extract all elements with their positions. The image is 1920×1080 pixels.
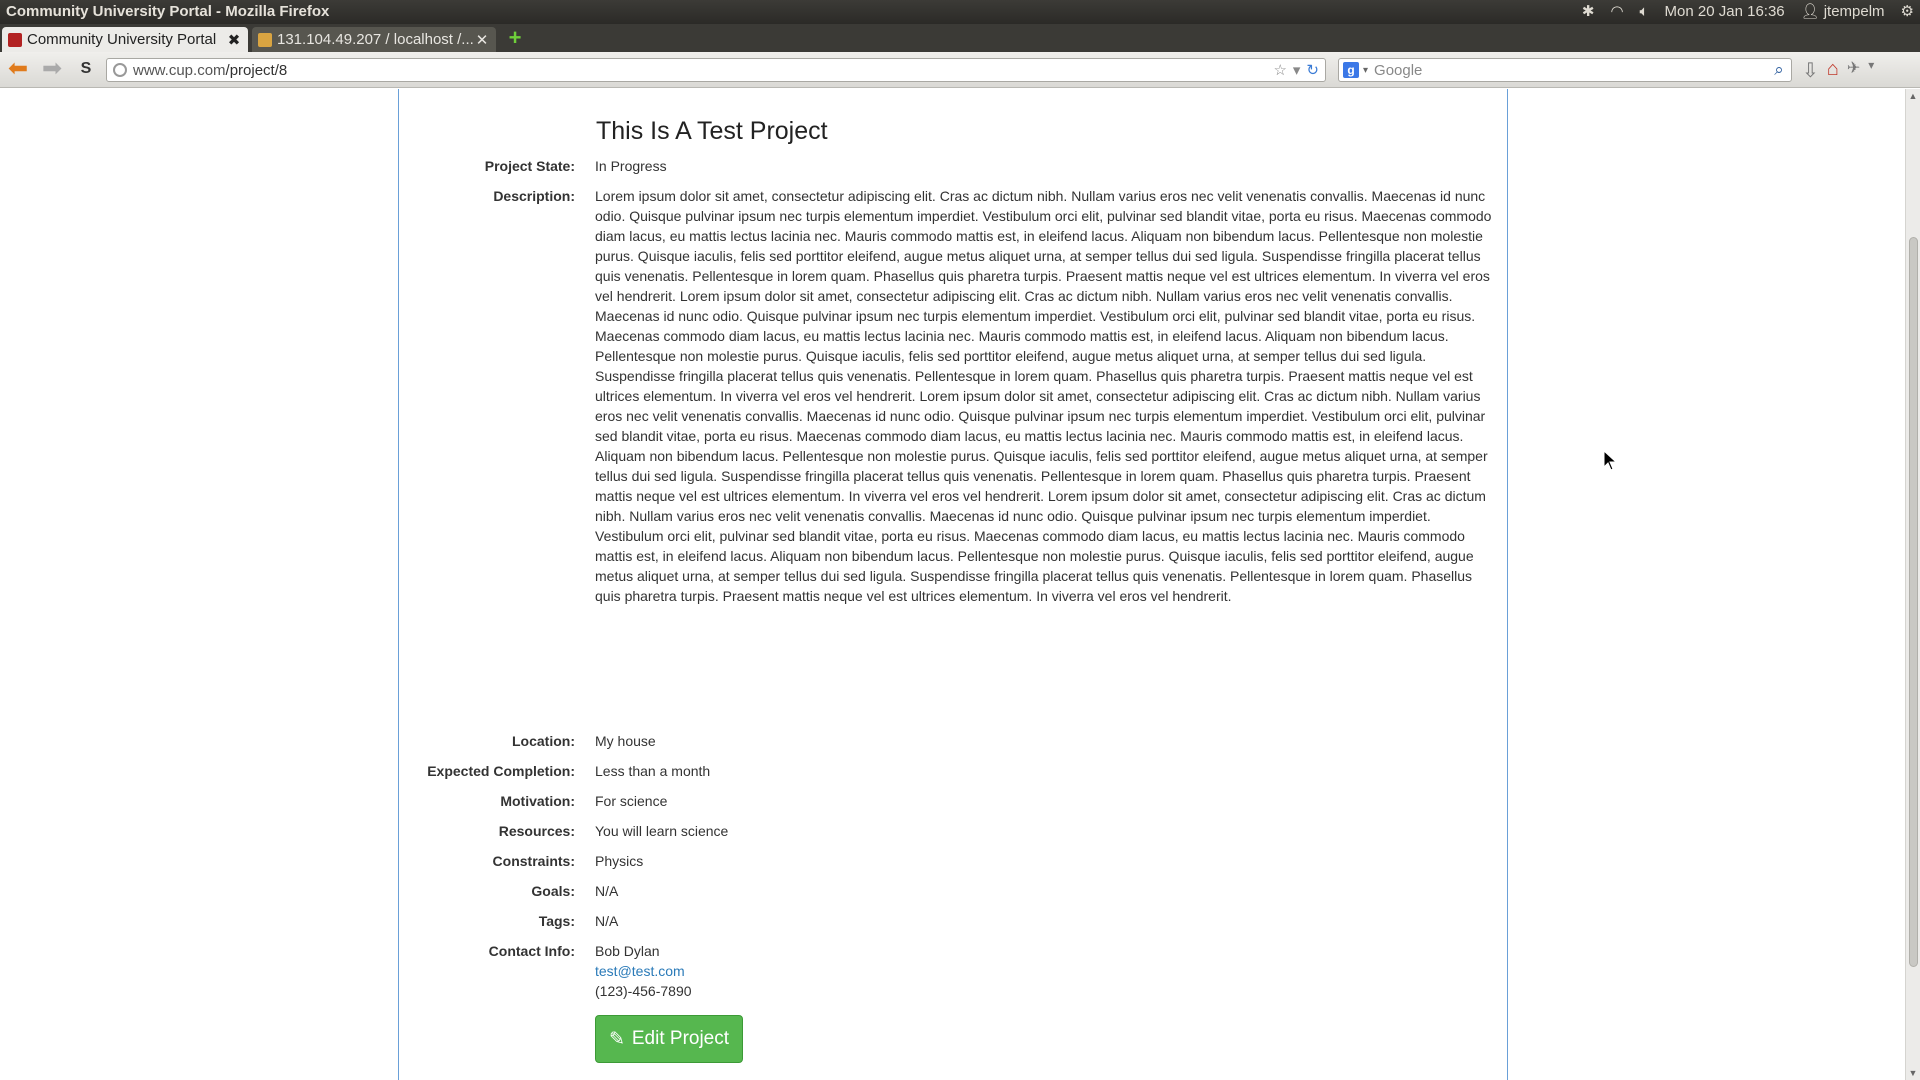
contact-name: Bob Dylan [595, 943, 660, 959]
url-host: www.cup.com [133, 61, 226, 79]
project-state-label: Project State: [484, 158, 575, 174]
search-placeholder[interactable]: Google [1374, 62, 1767, 79]
user-menu[interactable]: 👤︎ jtempelm [1800, 2, 1885, 21]
window-title: Community University Portal - Mozilla Fi… [6, 3, 330, 20]
goals-label: Goals: [531, 883, 575, 899]
goals-value: N/A [595, 883, 619, 899]
home-icon[interactable]: ⌂ [1827, 58, 1839, 83]
tab-phpmyadmin[interactable]: 131.104.49.207 / localhost /... ✕ [252, 27, 496, 52]
os-indicators: ✱ ◠ 🔈︎ Mon 20 Jan 16:36 👤︎ jtempelm ⚙ [1582, 2, 1914, 21]
user-name: jtempelm [1823, 2, 1885, 20]
scroll-down-arrow-icon[interactable]: ▼ [1906, 1068, 1920, 1078]
tags-value: N/A [595, 913, 619, 929]
user-icon: 👤︎ [1800, 3, 1820, 20]
project-title: This Is A Test Project [596, 117, 828, 145]
contact-label: Contact Info: [488, 943, 575, 959]
os-top-bar: Community University Portal - Mozilla Fi… [0, 0, 1920, 24]
portal-favicon-icon [8, 32, 22, 47]
contact-value: Bob Dylan test@test.com (123)-456-7890 [595, 941, 1495, 1001]
tab-label: Community University Portal [27, 31, 217, 48]
history-dropdown-icon[interactable]: ▾ [1293, 61, 1301, 79]
search-icon[interactable]: ⌕ [1767, 60, 1791, 80]
stylish-addon-icon[interactable]: S [74, 58, 98, 82]
description-label: Description: [493, 188, 575, 204]
edit-project-button[interactable]: ✎ Edit Project [595, 1015, 743, 1063]
clock[interactable]: Mon 20 Jan 16:36 [1665, 3, 1785, 20]
settings-gear-icon[interactable]: ⚙ [1901, 2, 1914, 20]
search-bar[interactable]: g ▾ Google ⌕ [1338, 58, 1792, 82]
phpmyadmin-favicon-icon [258, 32, 272, 47]
right-toolbar: ⇩ ⌂ ✈ ▾ [1802, 58, 1874, 83]
resources-label: Resources: [498, 823, 575, 839]
scroll-up-arrow-icon[interactable]: ▲ [1906, 91, 1920, 101]
location-label: Location: [512, 733, 575, 749]
url-path: /project/8 [225, 61, 288, 79]
vertical-scrollbar[interactable]: ▲ ▼ [1905, 89, 1920, 1080]
tags-label: Tags: [538, 913, 575, 929]
constraints-label: Constraints: [492, 853, 575, 869]
edit-project-label: Edit Project [631, 1028, 730, 1049]
description-value: Lorem ipsum dolor sit amet, consectetur … [595, 188, 1492, 604]
mouse-cursor-icon [1603, 450, 1618, 471]
engine-dropdown-icon[interactable]: ▾ [1363, 65, 1368, 76]
bluetooth-icon[interactable]: ✱ [1582, 2, 1595, 20]
contact-phone: (123)-456-7890 [595, 983, 692, 999]
project-state-value: In Progress [595, 158, 667, 174]
new-tab-plus-icon[interactable]: + [504, 27, 526, 50]
url-text[interactable]: www.cup.com/project/8 [133, 62, 1273, 79]
motivation-label: Motivation: [500, 793, 575, 809]
close-tab-icon[interactable]: ✕ [474, 31, 490, 49]
tab-community-portal[interactable]: Community University Portal ✖ [2, 27, 248, 52]
contact-email-link[interactable]: test@test.com [595, 961, 1495, 981]
forward-arrow-icon[interactable]: ➡ [40, 57, 64, 82]
completion-label: Expected Completion: [427, 763, 575, 779]
tab-strip: Community University Portal ✖ 131.104.49… [0, 24, 1920, 52]
motivation-value: For science [595, 793, 668, 809]
wifi-icon[interactable]: ◠ [1610, 2, 1623, 20]
addon-icon[interactable]: ✈ [1847, 58, 1860, 83]
site-identity-icon[interactable] [113, 63, 127, 77]
url-tools: ☆ ▾ ↻ [1273, 61, 1325, 79]
bookmark-star-icon[interactable]: ☆ [1273, 61, 1286, 79]
url-bar[interactable]: www.cup.com/project/8 ☆ ▾ ↻ [106, 58, 1326, 82]
tab-label: 131.104.49.207 / localhost /... [277, 31, 474, 48]
scroll-thumb[interactable] [1909, 237, 1918, 967]
page-viewport: This Is A Test Project Project State: In… [0, 89, 1905, 1080]
downloads-icon[interactable]: ⇩ [1802, 58, 1819, 83]
resources-value: You will learn science [595, 823, 729, 839]
location-value: My house [595, 733, 656, 749]
completion-value: Less than a month [595, 763, 711, 779]
close-tab-icon[interactable]: ✖ [226, 31, 242, 49]
menu-dropdown-icon[interactable]: ▾ [1868, 58, 1874, 83]
pencil-icon: ✎ [608, 1028, 625, 1050]
google-engine-icon[interactable]: g [1343, 62, 1359, 78]
project-container: This Is A Test Project Project State: In… [398, 89, 1508, 1080]
back-arrow-icon[interactable]: ⬅ [6, 57, 30, 82]
constraints-value: Physics [595, 853, 644, 869]
reload-icon[interactable]: ↻ [1306, 61, 1319, 79]
volume-icon[interactable]: 🔈︎ [1640, 3, 1649, 20]
navigation-toolbar: ⬅ ➡ S www.cup.com/project/8 ☆ ▾ ↻ g ▾ Go… [0, 52, 1920, 88]
